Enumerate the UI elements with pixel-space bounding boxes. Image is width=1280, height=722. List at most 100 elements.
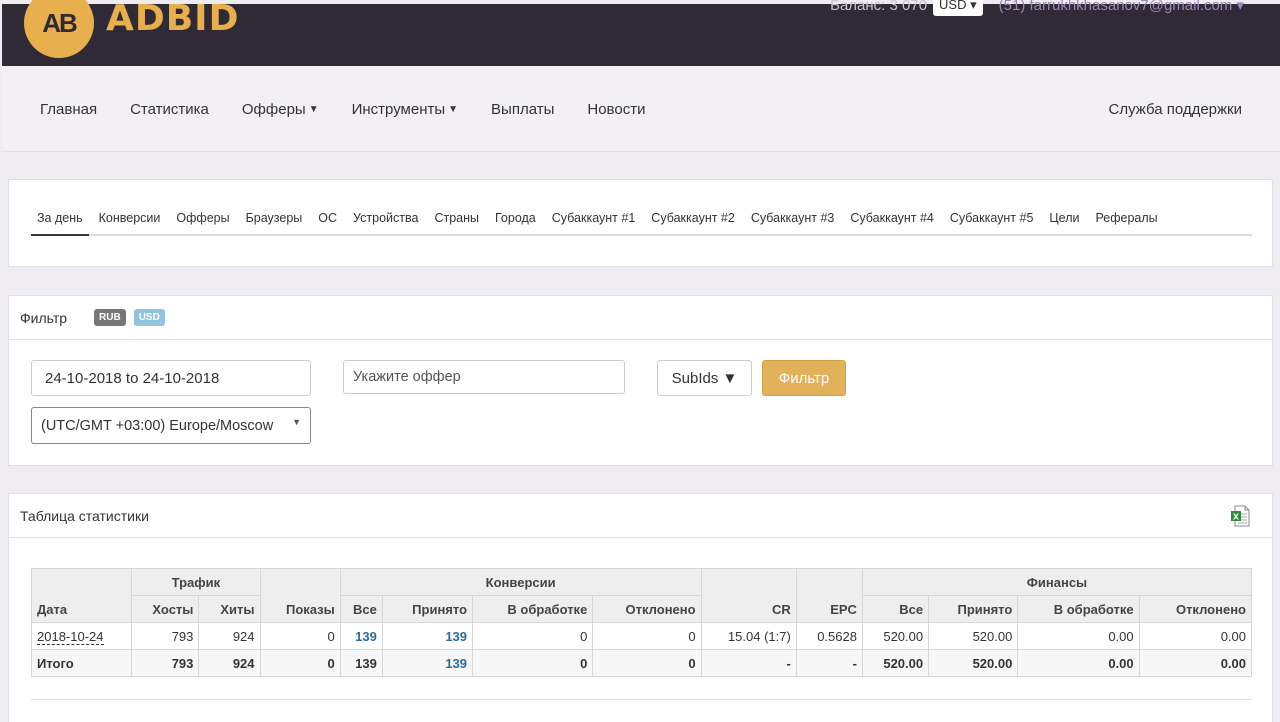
group-finance: Финансы	[861, 568, 1253, 596]
tab-by-day[interactable]: За день	[31, 210, 89, 236]
table-column-header-row: Хосты Хиты Все Принято В обработке Откло…	[32, 595, 1253, 623]
total-fin-accepted-cell: 520.00	[928, 649, 1019, 677]
tab-subaccount-2[interactable]: Субаккаунт #2	[645, 210, 741, 236]
total-hits-cell: 924	[198, 649, 261, 677]
col-conv-accepted[interactable]: Принято	[381, 595, 474, 623]
conv-accepted-link[interactable]: 139	[445, 629, 467, 644]
balance-label: Баланс: 3 070	[830, 0, 928, 14]
currency-select[interactable]: USD ▾	[933, 0, 983, 16]
stats-table: Дата Трафик Показы Конверсии CR EPC Фина…	[30, 568, 1253, 677]
col-date[interactable]: Дата	[30, 568, 133, 623]
col-epc[interactable]: EPC	[795, 568, 863, 623]
top-bar: AB ADBID Баланс: 3 070 USD ▾ (51) farruk…	[2, 0, 1280, 66]
total-conv-accepted-link[interactable]: 139	[445, 656, 467, 671]
caret-down-icon: ▼	[448, 104, 459, 115]
currency-badge-rub[interactable]: RUB	[94, 309, 126, 326]
row-date-cell[interactable]: 2018-10-24	[30, 622, 133, 650]
nav-item-news[interactable]: Новости	[587, 101, 645, 118]
row-epc-cell: 0.5628	[795, 622, 863, 650]
col-conv-rejected[interactable]: Отклонено	[592, 595, 702, 623]
select-arrow-icon: ▼	[292, 417, 301, 427]
total-label-cell: Итого	[30, 649, 133, 677]
row-fin-rejected-cell: 0.00	[1138, 622, 1253, 650]
row-hosts-cell: 793	[131, 622, 200, 650]
support-link[interactable]: Служба поддержки	[1108, 101, 1242, 118]
offer-input[interactable]: Укажите оффер	[343, 360, 625, 394]
tab-subaccount-1[interactable]: Субаккаунт #1	[546, 210, 642, 236]
tab-referrals[interactable]: Рефералы	[1089, 210, 1163, 236]
row-hits-cell: 924	[198, 622, 261, 650]
tab-subaccount-4[interactable]: Субаккаунт #4	[844, 210, 940, 236]
total-cr-cell: -	[700, 649, 797, 677]
tab-devices[interactable]: Устройства	[347, 210, 424, 236]
row-fin-accepted-cell: 520.00	[928, 622, 1019, 650]
table-row: 2018-10-24 793 924 0 139 139 0 0 15.04 (…	[30, 622, 1253, 650]
col-hits[interactable]: Хиты	[198, 595, 261, 623]
row-conv-rejected-cell: 0	[592, 622, 702, 650]
date-range-input[interactable]: 24-10-2018 to 24-10-2018	[31, 360, 311, 396]
tab-subaccount-5[interactable]: Субаккаунт #5	[944, 210, 1040, 236]
total-fin-rejected-cell: 0.00	[1138, 649, 1253, 677]
tab-cities[interactable]: Города	[489, 210, 542, 236]
col-cr[interactable]: CR	[700, 568, 797, 623]
row-conv-all-cell: 139	[339, 622, 383, 650]
row-conv-accepted-cell: 139	[381, 622, 474, 650]
group-conversions: Конверсии	[339, 568, 702, 596]
conv-all-link[interactable]: 139	[355, 629, 377, 644]
col-fin-pending[interactable]: В обработке	[1017, 595, 1140, 623]
row-cr-cell: 15.04 (1:7)	[700, 622, 797, 650]
excel-export-icon[interactable]: X	[1230, 505, 1250, 527]
timezone-select[interactable]: (UTC/GMT +03:00) Europe/Moscow ▼	[31, 407, 311, 444]
tab-os[interactable]: ОС	[312, 210, 343, 236]
col-conv-all[interactable]: Все	[339, 595, 383, 623]
tab-browsers[interactable]: Браузеры	[240, 210, 309, 236]
tab-subaccount-3[interactable]: Субаккаунт #3	[745, 210, 841, 236]
tab-conversions[interactable]: Конверсии	[93, 210, 167, 236]
tab-offers[interactable]: Офферы	[170, 210, 235, 236]
total-conv-pending-cell: 0	[472, 649, 594, 677]
svg-text:X: X	[1233, 513, 1240, 522]
col-shows[interactable]: Показы	[259, 568, 341, 623]
col-hosts[interactable]: Хосты	[131, 595, 200, 623]
timezone-value: (UTC/GMT +03:00) Europe/Moscow	[41, 417, 274, 434]
table-group-header-row: Дата Трафик Показы Конверсии CR EPC Фина…	[30, 568, 1253, 623]
filter-header: Фильтр RUB USD	[9, 296, 1272, 340]
tab-countries[interactable]: Страны	[428, 210, 485, 236]
row-fin-pending-cell: 0.00	[1017, 622, 1140, 650]
nav-item-offers[interactable]: Офферы ▼	[242, 101, 319, 118]
report-tabs: За день Конверсии Офферы Браузеры ОС Уст…	[31, 210, 1252, 236]
tab-goals[interactable]: Цели	[1043, 210, 1085, 236]
user-menu[interactable]: (51) farrukhkhasanov7@gmail.com ▾	[999, 0, 1244, 14]
logo-mark[interactable]: AB	[24, 0, 94, 58]
total-shows-cell: 0	[259, 649, 341, 677]
total-fin-pending-cell: 0.00	[1017, 649, 1140, 677]
caret-down-icon: ▼	[308, 104, 319, 115]
stats-title: Таблица статистики	[20, 507, 149, 524]
row-fin-all-cell: 520.00	[861, 622, 930, 650]
nav-item-statistics[interactable]: Статистика	[130, 101, 209, 118]
total-epc-cell: -	[795, 649, 863, 677]
row-shows-cell: 0	[259, 622, 341, 650]
logo-text[interactable]: ADBID	[106, 0, 239, 39]
stats-header: Таблица статистики X	[9, 494, 1272, 538]
total-fin-all-cell: 520.00	[861, 649, 930, 677]
nav-item-payouts[interactable]: Выплаты	[491, 101, 554, 118]
divider	[31, 699, 1252, 700]
main-nav: Главная Статистика Офферы ▼ Инструменты ▼ …	[2, 66, 1280, 152]
col-fin-all[interactable]: Все	[861, 595, 930, 623]
col-conv-pending[interactable]: В обработке	[472, 595, 594, 623]
total-hosts-cell: 793	[131, 649, 200, 677]
nav-item-tools[interactable]: Инструменты ▼	[352, 101, 458, 118]
nav-item-home[interactable]: Главная	[40, 101, 97, 118]
filter-button[interactable]: Фильтр	[762, 360, 846, 396]
total-conv-accepted-cell: 139	[381, 649, 474, 677]
col-fin-accepted[interactable]: Принято	[928, 595, 1019, 623]
report-tabs-panel: За день Конверсии Офферы Браузеры ОС Уст…	[8, 179, 1273, 267]
subids-dropdown[interactable]: SubIds ▼	[657, 360, 752, 396]
currency-badge-usd[interactable]: USD	[133, 309, 165, 326]
stats-panel: Таблица статистики X Дата Трафик Показы …	[8, 493, 1273, 722]
total-conv-all-cell: 139	[339, 649, 383, 677]
row-date-link[interactable]: 2018-10-24	[37, 628, 104, 645]
col-fin-rejected[interactable]: Отклонено	[1138, 595, 1253, 623]
filter-panel: Фильтр RUB USD 24-10-2018 to 24-10-2018 …	[8, 295, 1273, 466]
